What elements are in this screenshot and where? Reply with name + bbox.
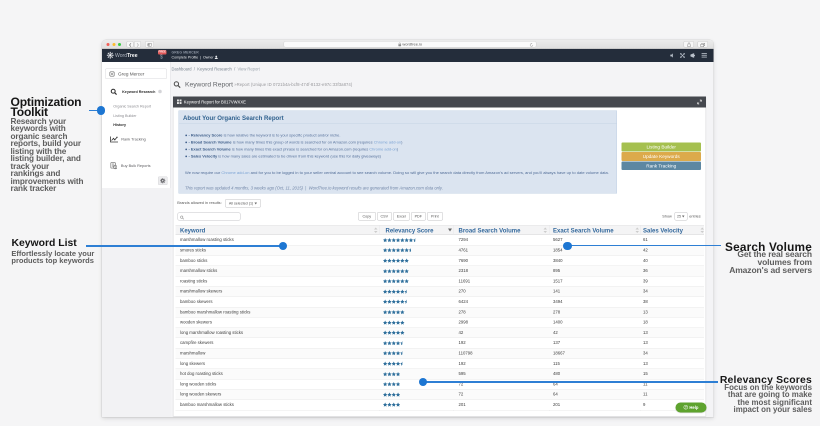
svg-text:?: ?: [684, 406, 686, 410]
svg-text:$: $: [114, 165, 116, 169]
